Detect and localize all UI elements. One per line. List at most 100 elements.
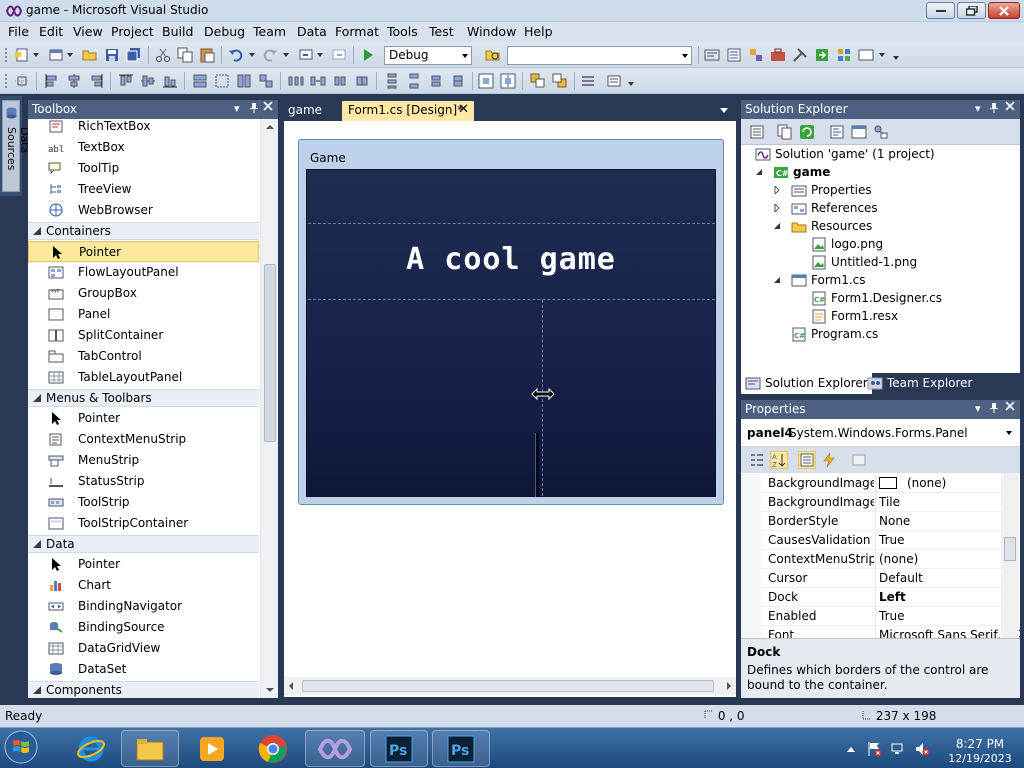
toolbox-item[interactable]: MenuStrip [28, 450, 259, 471]
property-value[interactable]: (none) [879, 552, 918, 566]
scroll-down-arrow[interactable] [266, 688, 274, 692]
pin-icon[interactable] [249, 102, 259, 116]
property-grid-scrollbar[interactable] [1001, 473, 1019, 638]
network-icon[interactable] [890, 741, 906, 757]
new-project-icon[interactable] [14, 47, 30, 63]
property-row[interactable]: BackgroundImageLa Tile [741, 493, 1001, 512]
designer-horizontal-scrollbar[interactable] [284, 677, 736, 695]
minimize-button[interactable] [926, 2, 955, 19]
properties-window-icon[interactable] [726, 47, 742, 63]
show-all-files-icon[interactable] [777, 124, 793, 140]
toolbox-category[interactable]: Menus & Toolbars [28, 389, 259, 407]
toolbox-item[interactable]: Pointer [28, 408, 259, 429]
property-pages-icon[interactable] [851, 452, 867, 468]
open-file-icon[interactable] [82, 47, 98, 63]
toolbox-item[interactable]: ToolStripContainer [28, 513, 259, 534]
find-combo[interactable] [507, 46, 692, 65]
property-value[interactable]: (none) [907, 476, 946, 490]
toolbox-item[interactable]: ToolTip [28, 158, 259, 179]
tab-team-explorer[interactable]: Team Explorer [863, 373, 977, 394]
close-icon[interactable] [263, 101, 273, 114]
center-horizontally-icon[interactable] [478, 73, 494, 89]
expanded-triangle-icon[interactable] [773, 222, 781, 230]
object-selector[interactable]: panel4 System.Windows.Forms.Panel [741, 419, 1020, 447]
menu-file[interactable]: File [6, 24, 31, 39]
toolbox-item[interactable]: Pointer [28, 554, 259, 575]
properties-view-icon[interactable] [798, 451, 816, 469]
tab-order-icon[interactable] [580, 73, 596, 89]
save-icon[interactable] [104, 47, 120, 63]
game-title-label[interactable]: A cool game [307, 242, 715, 277]
form-game[interactable]: Game A cool game [298, 139, 724, 505]
bring-to-front-icon[interactable] [530, 73, 546, 89]
toolbox-item[interactable]: Pointer [28, 241, 259, 262]
toolbox-item[interactable]: abl TextBox [28, 137, 259, 158]
align-middles-icon[interactable] [140, 73, 156, 89]
cut-icon[interactable] [155, 47, 171, 63]
remove-vertical-spacing-icon[interactable] [450, 73, 466, 89]
menu-edit[interactable]: Edit [37, 24, 65, 39]
toolbox-item[interactable]: ToolStrip [28, 492, 259, 513]
make-same-width-icon[interactable] [192, 73, 208, 89]
toolbox-item[interactable]: BindingSource [28, 617, 259, 638]
toolbox-item[interactable]: SplitContainer [28, 325, 259, 346]
menu-data[interactable]: Data [295, 24, 329, 39]
toolbox-item[interactable]: WebBrowser [28, 200, 259, 221]
extension-manager-icon[interactable] [836, 47, 852, 63]
increase-horizontal-spacing-icon[interactable] [310, 73, 326, 89]
toolbox-item[interactable]: xyz GroupBox [28, 283, 259, 304]
visual-studio-button[interactable] [305, 730, 365, 767]
scrollbar-thumb[interactable] [264, 264, 276, 442]
close-button[interactable] [988, 2, 1020, 19]
dropdown-arrow[interactable] [249, 53, 255, 57]
start-button[interactable] [4, 730, 44, 767]
toolbox-item[interactable]: TreeView [28, 179, 259, 200]
navigate-backward-icon[interactable] [298, 47, 314, 63]
copy-icon[interactable] [177, 47, 193, 63]
property-row[interactable]: Font Microsoft Sans Serif, 8.2 [741, 626, 1020, 638]
find-in-files-icon[interactable] [485, 47, 501, 63]
view-designer-icon[interactable] [851, 124, 867, 140]
property-value[interactable]: None [879, 514, 910, 528]
chevron-down-icon[interactable]: ▾ [975, 102, 981, 115]
categorized-icon[interactable] [749, 452, 765, 468]
property-row[interactable]: Cursor Default [741, 569, 1001, 588]
add-item-icon[interactable] [48, 47, 64, 63]
menu-tools[interactable]: Tools [385, 24, 420, 39]
property-row[interactable]: BackgroundImage (none) [741, 474, 1001, 493]
dropdown-arrow[interactable] [283, 53, 289, 57]
expanded-triangle-icon[interactable] [773, 276, 781, 284]
redo-icon[interactable] [262, 47, 278, 63]
start-debugging-icon[interactable] [360, 47, 376, 63]
menu-debug[interactable]: Debug [202, 24, 247, 39]
toolbox-category[interactable]: Containers [28, 222, 259, 240]
internet-explorer-button[interactable] [62, 730, 120, 767]
menu-build[interactable]: Build [160, 24, 195, 39]
undo-icon[interactable] [228, 47, 244, 63]
vertical-spacing-equal-icon[interactable] [384, 73, 400, 89]
toolbox-item[interactable]: DataSet [28, 659, 259, 680]
close-icon[interactable] [1005, 401, 1015, 414]
toolbox-scrollbar[interactable] [260, 119, 278, 698]
align-lefts-icon[interactable] [44, 73, 60, 89]
toolbar-options-arrow[interactable] [893, 56, 899, 60]
clock-time[interactable]: 8:27 PM [950, 737, 1010, 751]
photoshop-button-1[interactable]: Ps [370, 730, 428, 767]
pin-icon[interactable] [989, 402, 999, 416]
toolbar-options-arrow[interactable] [628, 82, 634, 86]
show-hidden-icons-icon[interactable] [846, 745, 856, 753]
dropdown-arrow[interactable] [879, 53, 885, 57]
scrollbar-thumb[interactable] [1004, 537, 1016, 561]
tab-game[interactable]: game [282, 101, 328, 121]
align-bottoms-icon[interactable] [162, 73, 178, 89]
panel4[interactable] [535, 433, 539, 497]
horizontal-spacing-equal-icon[interactable] [288, 73, 304, 89]
toolbox-item[interactable]: DataGridView [28, 638, 259, 659]
save-all-icon[interactable] [126, 47, 142, 63]
menu-window[interactable]: Window [465, 24, 518, 39]
restore-button[interactable] [957, 2, 986, 19]
make-same-height-icon[interactable] [236, 73, 252, 89]
clock-date[interactable]: 12/19/2023 [942, 752, 1018, 765]
menu-project[interactable]: Project [109, 24, 156, 39]
property-value[interactable]: Microsoft Sans Serif, 8.2 [879, 628, 1020, 638]
